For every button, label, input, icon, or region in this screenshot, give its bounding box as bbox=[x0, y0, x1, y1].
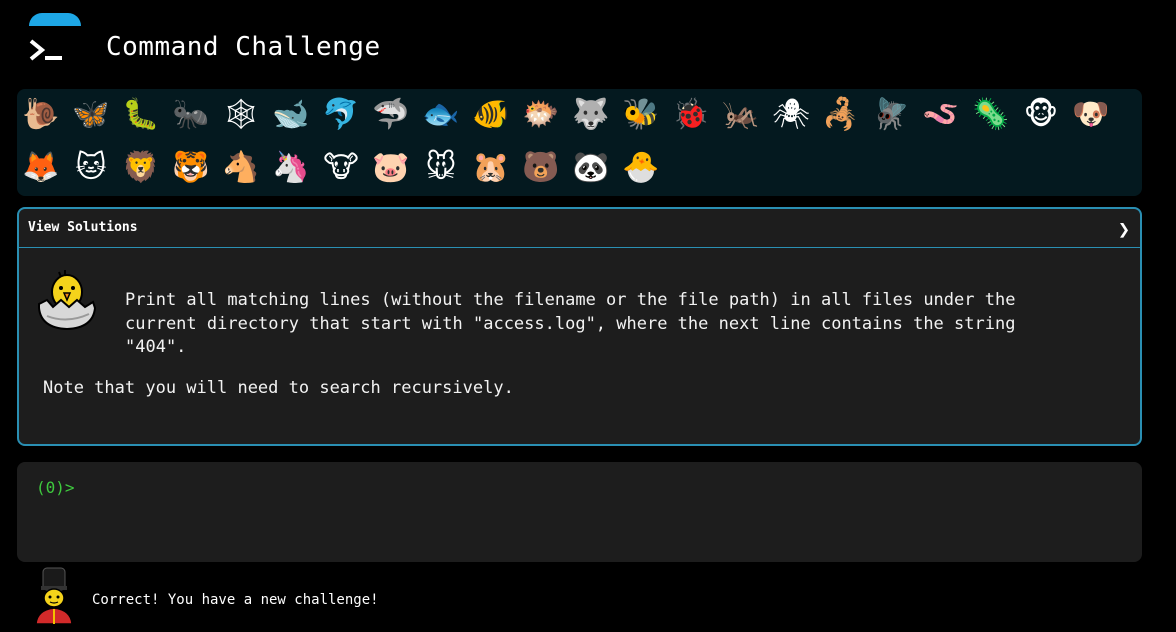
level-bear-icon[interactable]: 🐻 bbox=[521, 148, 561, 188]
level-blowfish-icon[interactable]: 🐡 bbox=[521, 95, 561, 135]
level-tropical-fish-icon[interactable]: 🐠 bbox=[471, 95, 511, 135]
level-fly-icon[interactable]: 🪰 bbox=[871, 95, 911, 135]
terminal-input[interactable] bbox=[75, 476, 1119, 502]
status-message: Correct! You have a new challenge! bbox=[92, 592, 379, 608]
level-selector: 🐌 🦋 🐛 🐜 🕸 🐋 🐬 🦈 🐟 🐠 🐡 🐺 🐝 🐞 🦗 🕷 🦂 🪰 🪱 🦠 🐵 🐶 🦊 🐱 🦁 🐯 🐴 🦄 🐮 🐷 🐭 🐹 🐻 🐼 🐣 bbox=[17, 89, 1142, 196]
level-scorpion-icon[interactable]: 🦂 bbox=[821, 95, 861, 135]
challenge-note: Note that you will need to search recurs… bbox=[43, 378, 514, 398]
header: Command Challenge bbox=[0, 28, 1176, 72]
level-ladybug-icon[interactable]: 🐞 bbox=[671, 95, 711, 135]
header-dome bbox=[29, 13, 81, 26]
level-microbe-icon[interactable]: 🦠 bbox=[971, 95, 1011, 135]
level-bee-icon[interactable]: 🐝 bbox=[621, 95, 661, 135]
level-dolphin-icon[interactable]: 🐬 bbox=[321, 95, 361, 135]
view-solutions-toggle[interactable]: View Solutions ❯ bbox=[19, 209, 1140, 248]
challenge-panel: View Solutions ❯ Print all matching line… bbox=[17, 207, 1142, 446]
level-cat-icon[interactable]: 🐱 bbox=[71, 148, 111, 188]
level-bug-icon[interactable]: 🐛 bbox=[121, 95, 161, 135]
level-fox-icon[interactable]: 🦊 bbox=[21, 148, 61, 188]
terminal-prompt: (0)> bbox=[36, 478, 75, 497]
level-whale-icon[interactable]: 🐋 bbox=[271, 95, 311, 135]
level-mouse-icon[interactable]: 🐭 bbox=[421, 148, 461, 188]
guard-icon bbox=[35, 567, 73, 625]
level-hatching-chick-icon[interactable]: 🐣 bbox=[621, 148, 661, 188]
view-solutions-label: View Solutions bbox=[28, 220, 138, 235]
level-monkey-icon[interactable]: 🐵 bbox=[1021, 95, 1061, 135]
level-panda-icon[interactable]: 🐼 bbox=[571, 148, 611, 188]
level-shark-icon[interactable]: 🦈 bbox=[371, 95, 411, 135]
challenge-description: Print all matching lines (without the fi… bbox=[125, 290, 1016, 357]
level-cow-icon[interactable]: 🐮 bbox=[321, 148, 361, 188]
level-dog-icon[interactable]: 🐶 bbox=[1071, 95, 1111, 135]
level-spider-web-icon[interactable]: 🕸 bbox=[221, 95, 261, 135]
level-spider-icon[interactable]: 🕷 bbox=[771, 95, 811, 135]
level-snail-icon[interactable]: 🐌 bbox=[21, 95, 61, 135]
level-wolf-icon[interactable]: 🐺 bbox=[571, 95, 611, 135]
terminal-icon bbox=[29, 39, 62, 61]
level-tiger-icon[interactable]: 🐯 bbox=[171, 148, 211, 188]
page-title: Command Challenge bbox=[106, 32, 381, 62]
level-pig-icon[interactable]: 🐷 bbox=[371, 148, 411, 188]
level-hamster-icon[interactable]: 🐹 bbox=[471, 148, 511, 188]
level-ant-icon[interactable]: 🐜 bbox=[171, 95, 211, 135]
level-worm-icon[interactable]: 🪱 bbox=[921, 95, 961, 135]
level-lion-icon[interactable]: 🦁 bbox=[121, 148, 161, 188]
level-butterfly-icon[interactable]: 🦋 bbox=[71, 95, 111, 135]
level-fish-icon[interactable]: 🐟 bbox=[421, 95, 461, 135]
chevron-right-icon[interactable]: ❯ bbox=[1118, 217, 1130, 241]
level-horse-icon[interactable]: 🐴 bbox=[221, 148, 261, 188]
level-unicorn-icon[interactable]: 🦄 bbox=[271, 148, 311, 188]
terminal[interactable]: (0)> bbox=[17, 462, 1142, 562]
level-cricket-icon[interactable]: 🦗 bbox=[721, 95, 761, 135]
hatching-chick-icon bbox=[38, 270, 97, 331]
